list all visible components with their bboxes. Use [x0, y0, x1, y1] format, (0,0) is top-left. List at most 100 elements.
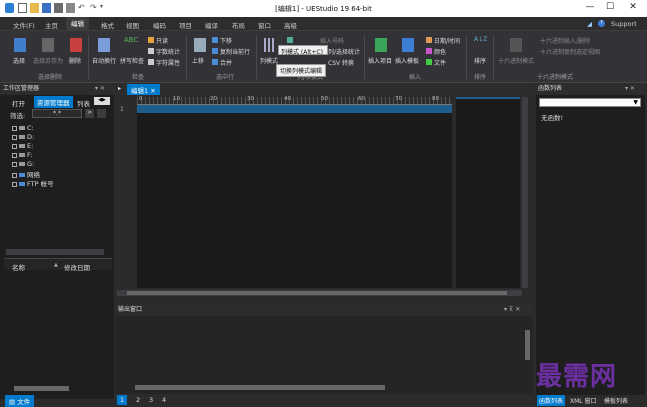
color-icon: [426, 48, 432, 54]
col-date[interactable]: 修改日期: [64, 262, 90, 272]
menu-file[interactable]: 文件(F): [13, 20, 35, 30]
close-tab-icon[interactable]: ✕: [150, 87, 155, 95]
spellcheck-icon[interactable]: ABC: [124, 36, 138, 44]
expand-icon[interactable]: [12, 161, 17, 167]
move-down-button[interactable]: 下移: [220, 36, 232, 45]
group-insert-label: 插入: [408, 74, 421, 81]
tree-item-c[interactable]: C:: [12, 124, 34, 132]
tree-item-f[interactable]: F:: [12, 151, 32, 159]
char-props-button[interactable]: 字符属性: [156, 58, 180, 67]
word-stats-button[interactable]: 字数统计: [156, 47, 180, 56]
sort-icon[interactable]: A↓Z: [474, 36, 487, 50]
output-tab-1[interactable]: 1: [117, 395, 128, 405]
menu-home[interactable]: 主页: [45, 20, 58, 30]
output-pin-icon[interactable]: ▾ ⊼ ✕: [504, 306, 520, 313]
insert-template-icon[interactable]: [402, 38, 414, 52]
column-select-stats-button[interactable]: 列/选择统计: [328, 47, 360, 56]
right-pin-icon[interactable]: ▾ ✕: [625, 85, 635, 92]
menu-window[interactable]: 窗口: [258, 20, 271, 30]
bottom-tab-file[interactable]: ▤ 文件: [5, 395, 35, 407]
tree-item-e[interactable]: E:: [12, 142, 33, 150]
color-button[interactable]: 颜色: [434, 47, 446, 56]
function-filter-dropdown[interactable]: ▼: [539, 98, 641, 107]
tree-item-d[interactable]: D:: [12, 133, 34, 141]
output-tab-2[interactable]: 2: [136, 396, 140, 404]
csv-convert-button[interactable]: CSV 转换: [328, 58, 354, 67]
date-time-button[interactable]: 日期/时间: [434, 36, 460, 45]
move-up-icon[interactable]: [194, 38, 206, 52]
tab-template-list[interactable]: 模板列表: [604, 396, 628, 405]
col-name[interactable]: 名称: [12, 262, 25, 272]
output-tab-3[interactable]: 3: [149, 396, 153, 404]
menu-advanced[interactable]: 高级: [284, 20, 297, 30]
merge-button[interactable]: 合并: [220, 58, 232, 67]
column-mode-icon[interactable]: [264, 38, 276, 52]
minimize-button[interactable]: —: [583, 2, 597, 14]
autowrap-icon[interactable]: [98, 38, 110, 52]
left-hscrollbar[interactable]: [6, 249, 104, 255]
tree-item-g[interactable]: G:: [12, 160, 34, 168]
tab-explorer[interactable]: 资源管理器: [34, 96, 73, 108]
expand-icon[interactable]: [12, 134, 17, 140]
output-vscroll-thumb[interactable]: [525, 330, 530, 360]
expand-icon[interactable]: [12, 125, 17, 131]
menu-edit[interactable]: 编辑: [66, 17, 89, 31]
hex-insert-delete-button[interactable]: 十六进制插入/删除: [540, 36, 590, 45]
sort-button[interactable]: 排序: [474, 56, 486, 65]
menu-encoding[interactable]: 编码: [153, 20, 166, 30]
minimap[interactable]: [456, 97, 520, 288]
tab-list[interactable]: 列表: [77, 98, 90, 108]
insert-number-button[interactable]: 插入号码: [320, 36, 344, 45]
select-all-as-button[interactable]: 选择另存为: [33, 56, 63, 65]
filter-apply-button[interactable]: >: [85, 109, 94, 118]
insert-template-button[interactable]: 插入模板: [395, 56, 419, 65]
editor-vscrollbar[interactable]: [522, 97, 528, 288]
help-icon[interactable]: ?: [598, 20, 605, 27]
ribbon-collapse-icon[interactable]: ◢: [587, 20, 592, 28]
expand-icon[interactable]: [12, 143, 17, 149]
output-area[interactable]: [115, 316, 533, 394]
insert-item-icon[interactable]: [375, 38, 387, 52]
readonly-button[interactable]: 只读: [156, 36, 168, 45]
close-button[interactable]: ✕: [626, 2, 640, 14]
output-tab-4[interactable]: 4: [162, 396, 166, 404]
select-all-as-icon[interactable]: [42, 38, 54, 52]
copy-line-button[interactable]: 复制当前行: [220, 47, 250, 56]
menu-layout[interactable]: 布局: [232, 20, 245, 30]
text-area[interactable]: [137, 113, 452, 288]
pin-icon[interactable]: ▾ ✕: [95, 85, 105, 92]
tree-item-ftp[interactable]: FTP 帐号: [12, 178, 54, 188]
tab-xml-window[interactable]: XML 窗口: [570, 396, 597, 405]
support-menu[interactable]: Support: [611, 20, 637, 28]
tab-nav-arrows[interactable]: ◀▶: [94, 97, 110, 105]
autowrap-button[interactable]: 自动换行: [92, 56, 116, 65]
delete-button[interactable]: 删除: [69, 56, 81, 65]
menu-compile[interactable]: 编译: [205, 20, 218, 30]
filter-input[interactable]: *.*: [32, 109, 82, 118]
tab-function-list[interactable]: 函数列表: [537, 395, 566, 406]
delete-icon[interactable]: [70, 38, 82, 52]
hex-mode-icon[interactable]: [510, 38, 522, 52]
select-button[interactable]: 选择: [13, 56, 25, 65]
insert-item-button[interactable]: 插入项目: [368, 56, 392, 65]
move-up-button[interactable]: 上移: [192, 56, 204, 65]
menu-project[interactable]: 项目: [179, 20, 192, 30]
hex-mode-button[interactable]: 十六进制模式: [498, 56, 534, 65]
tab-open[interactable]: 打开: [12, 98, 25, 108]
hex-copy-selection-button[interactable]: 十六进制复制选定视图: [540, 47, 600, 56]
maximize-button[interactable]: ☐: [603, 2, 617, 14]
file-list-hscroll-thumb[interactable]: [14, 386, 69, 391]
menu-format[interactable]: 格式: [101, 20, 114, 30]
expand-icon[interactable]: [12, 152, 17, 158]
menu-view[interactable]: 视图: [126, 20, 139, 30]
filter-clear-button[interactable]: [97, 109, 106, 118]
select-icon[interactable]: [14, 38, 26, 52]
editor-hscrollbar[interactable]: [117, 290, 522, 296]
spellcheck-button[interactable]: 拼写检查: [120, 56, 144, 65]
output-hscroll-thumb[interactable]: [135, 385, 385, 390]
file-button[interactable]: 文件: [434, 58, 446, 67]
output-title: 输出窗口: [115, 305, 533, 315]
ribbon-separator: [186, 35, 187, 79]
expand-icon[interactable]: [12, 172, 17, 178]
expand-icon[interactable]: [12, 181, 17, 187]
